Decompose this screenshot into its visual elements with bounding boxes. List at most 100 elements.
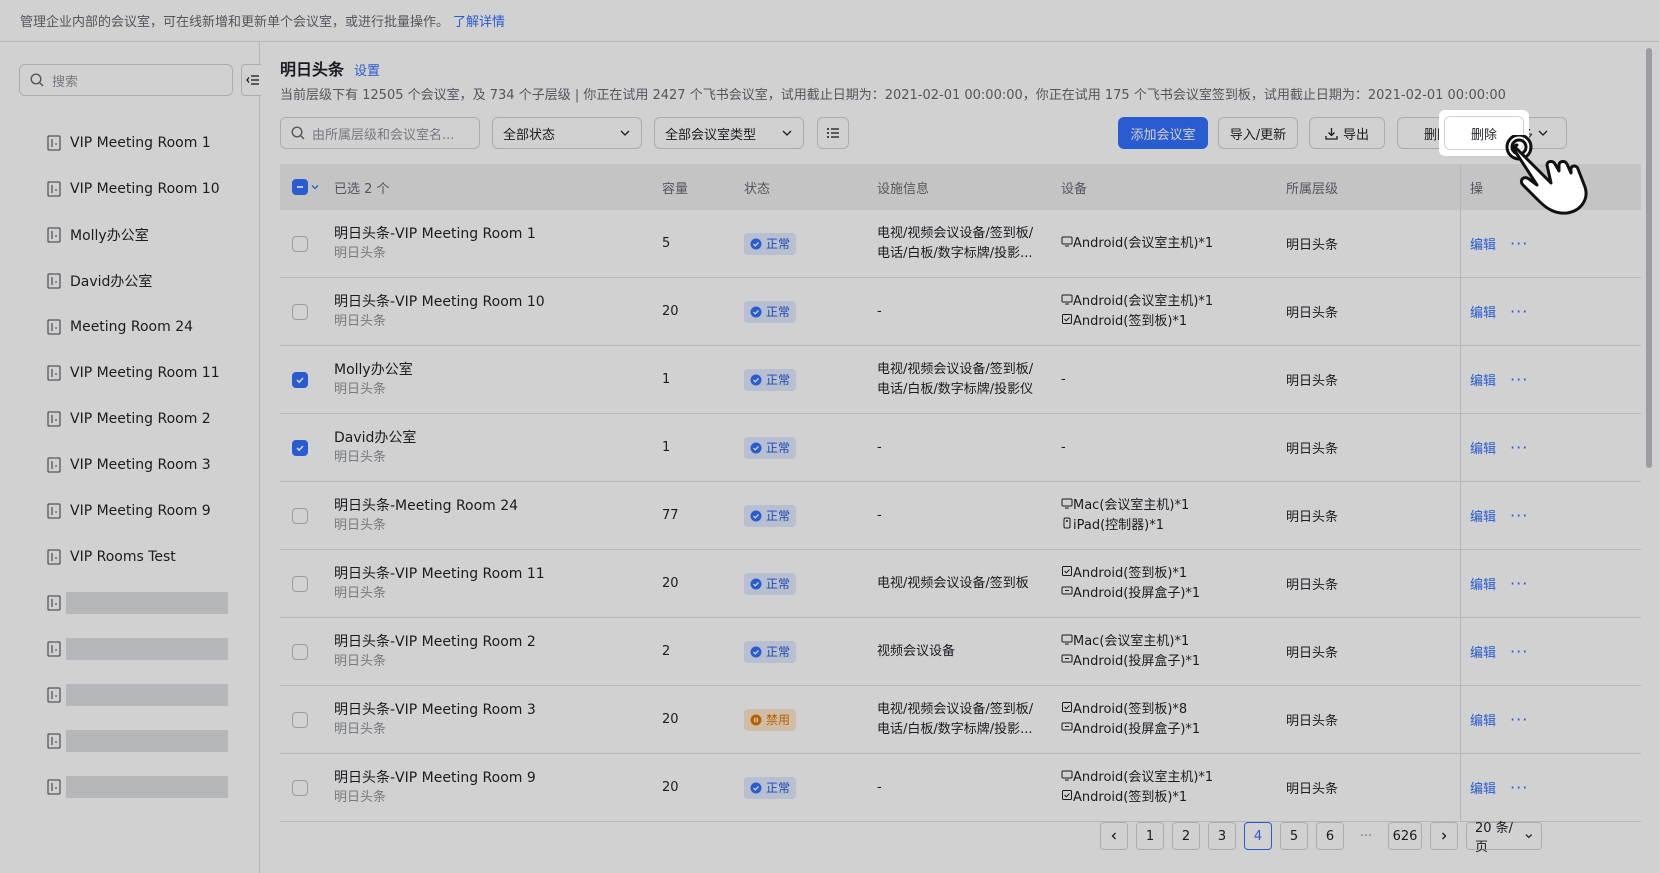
sidebar-room-item[interactable]: David办公室 (0, 258, 260, 304)
more-actions-icon[interactable]: ··· (1510, 234, 1528, 253)
table-row[interactable]: 明日头条-VIP Meeting Room 10 明日头条 20 正常 - Android… (280, 278, 1642, 346)
facility-line: 电视/视频会议设备/签到板/ (877, 225, 1034, 241)
room-icon (47, 687, 61, 703)
facilities-header: 设施信息 (877, 181, 930, 197)
edit-link[interactable]: 编辑 (1470, 234, 1496, 253)
trial-info: 当前层级下有 12505 个会议室，及 734 个子层级 | 你正在试用 242… (280, 88, 1506, 103)
column-settings-button[interactable] (817, 117, 849, 149)
sidebar-room-item[interactable]: VIP Rooms Test (0, 534, 260, 580)
sidebar-room-label: VIP Meeting Room 9 (70, 503, 211, 519)
column-divider (1460, 482, 1461, 549)
status-select[interactable]: 全部状态 (492, 117, 642, 149)
status-badge: 正常 (744, 300, 797, 323)
edit-link[interactable]: 编辑 (1470, 778, 1496, 797)
more-actions-icon[interactable]: ··· (1510, 574, 1528, 593)
facility-line: 电视/视频会议设备/签到板/ (877, 361, 1034, 377)
sidebar-room-item[interactable]: VIP Meeting Room 11 (0, 350, 260, 396)
more-actions-icon[interactable]: ··· (1510, 778, 1528, 797)
row-checkbox[interactable] (292, 507, 308, 524)
edit-link[interactable]: 编辑 (1470, 370, 1496, 389)
more-actions-icon[interactable]: ··· (1510, 370, 1528, 389)
table-row[interactable]: David办公室 明日头条 1 正常 - - 明日头条 编辑 ··· (280, 414, 1642, 482)
sidebar-room-item[interactable]: Meeting Room 24 (0, 304, 260, 350)
row-checkbox[interactable] (292, 575, 308, 592)
table-row[interactable]: 明日头条-VIP Meeting Room 11 明日头条 20 正常 电视/视频会议设… (280, 550, 1642, 618)
device-line: Android(会议室主机)*1 (1061, 292, 1213, 312)
column-divider (1460, 618, 1461, 685)
sidebar-room-item[interactable]: VIP Meeting Room 1 (0, 120, 260, 166)
more-actions-icon[interactable]: ··· (1510, 710, 1528, 729)
row-checkbox[interactable] (292, 371, 308, 388)
device-label: Android(会议室主机)*1 (1073, 769, 1214, 785)
table-row[interactable]: Molly办公室 明日头条 1 正常 电视/视频会议设备/签到板/电话/白板/数字标牌/… (280, 346, 1642, 414)
import-update-button[interactable]: 导入/更新 (1218, 117, 1298, 149)
row-checkbox[interactable] (292, 779, 308, 796)
page-number-button[interactable]: 4 (1244, 822, 1272, 850)
sidebar-room-item[interactable]: VIP Meeting Room 9 (0, 488, 260, 534)
chevron-down-icon (1524, 834, 1532, 839)
page-number-button[interactable]: 6 (1316, 822, 1344, 850)
sidebar-room-item[interactable]: VIP Meeting Room 3 (0, 442, 260, 488)
edit-link[interactable]: 编辑 (1470, 574, 1496, 593)
row-checkbox[interactable] (292, 711, 308, 728)
edit-link[interactable]: 编辑 (1470, 302, 1496, 321)
chevron-down-icon[interactable] (310, 182, 320, 192)
row-checkbox[interactable] (292, 235, 308, 252)
level-value: 明日头条 (1286, 510, 1339, 525)
status-label: 正常 (766, 781, 791, 795)
capacity-value: 5 (662, 236, 671, 251)
more-actions-icon[interactable]: ··· (1510, 438, 1528, 457)
last-page-button[interactable]: 626 (1388, 822, 1422, 850)
device-line: Android(签到板)*1 (1061, 564, 1200, 584)
device-label: iPad(控制器)*1 (1073, 517, 1165, 533)
table-row[interactable]: 明日头条-VIP Meeting Room 3 明日头条 20 禁用 电视/视频会议设备… (280, 686, 1642, 754)
sidebar-search-input[interactable]: 搜索 (19, 64, 233, 96)
next-page-button[interactable] (1430, 822, 1458, 850)
prev-page-button[interactable] (1100, 822, 1128, 850)
sidebar: 搜索 VIP Meeting Room 1 VIP Meeting Room 10… (0, 42, 263, 873)
sidebar-room-item[interactable]: VIP Meeting Room 2 (0, 396, 260, 442)
status-badge: 正常 (744, 640, 797, 663)
status-badge: 正常 (744, 776, 797, 799)
page-number-button[interactable]: 3 (1208, 822, 1236, 850)
page-number-button[interactable]: 5 (1280, 822, 1308, 850)
edit-link[interactable]: 编辑 (1470, 438, 1496, 457)
more-actions-icon[interactable]: ··· (1510, 506, 1528, 525)
device-label: Android(投屏盒子)*1 (1073, 585, 1201, 601)
more-actions-icon[interactable]: ··· (1510, 302, 1528, 321)
sidebar-room-item[interactable]: VIP Meeting Room 10 (0, 166, 260, 212)
edit-link[interactable]: 编辑 (1470, 506, 1496, 525)
scroll-thumb[interactable] (1646, 48, 1652, 468)
edit-link[interactable]: 编辑 (1470, 642, 1496, 661)
loading-placeholder (66, 684, 228, 706)
table-row[interactable]: 明日头条-VIP Meeting Room 2 明日头条 2 正常 视频会议设备 Mac(… (280, 618, 1642, 686)
export-button[interactable]: 导出 (1309, 117, 1385, 149)
add-room-button[interactable]: 添加会议室 (1118, 117, 1208, 149)
row-checkbox[interactable] (292, 439, 308, 456)
room-name: 明日头条-Meeting Room 24 (334, 497, 519, 514)
learn-more-link[interactable]: 了解详情 (453, 15, 505, 30)
page-number-button[interactable]: 1 (1136, 822, 1164, 850)
room-search-input[interactable]: 由所属层级和会议室名... (280, 117, 480, 149)
checkin-icon (1062, 313, 1072, 324)
table-row[interactable]: 明日头条-Meeting Room 24 明日头条 77 正常 - Mac(会议室主机)*… (280, 482, 1642, 550)
row-checkbox[interactable] (292, 303, 308, 320)
settings-link[interactable]: 设置 (354, 60, 380, 79)
row-checkbox[interactable] (292, 643, 308, 660)
table-row[interactable]: 明日头条-VIP Meeting Room 1 明日头条 5 正常 电视/视频会议设备/… (280, 210, 1642, 278)
collapse-sidebar-button[interactable] (241, 64, 263, 96)
sidebar-room-item[interactable]: Molly办公室 (0, 212, 260, 258)
room-type-select[interactable]: 全部会议室类型 (654, 117, 804, 149)
device-line: Android(会议室主机)*1 (1061, 234, 1213, 254)
more-actions-icon[interactable]: ··· (1510, 642, 1528, 661)
page-number-button[interactable]: 2 (1172, 822, 1200, 850)
partial-checkbox[interactable] (292, 179, 308, 195)
chevron-left-icon (1111, 832, 1116, 840)
select-all-checkbox[interactable] (292, 164, 320, 210)
monitor-icon (1061, 294, 1073, 304)
scrollbar[interactable] (1641, 42, 1659, 873)
page-size-value: 20 条/页 (1475, 821, 1514, 855)
page-size-select[interactable]: 20 条/页 (1466, 821, 1542, 855)
edit-link[interactable]: 编辑 (1470, 710, 1496, 729)
table-row[interactable]: 明日头条-VIP Meeting Room 9 明日头条 20 正常 - Android(… (280, 754, 1642, 822)
